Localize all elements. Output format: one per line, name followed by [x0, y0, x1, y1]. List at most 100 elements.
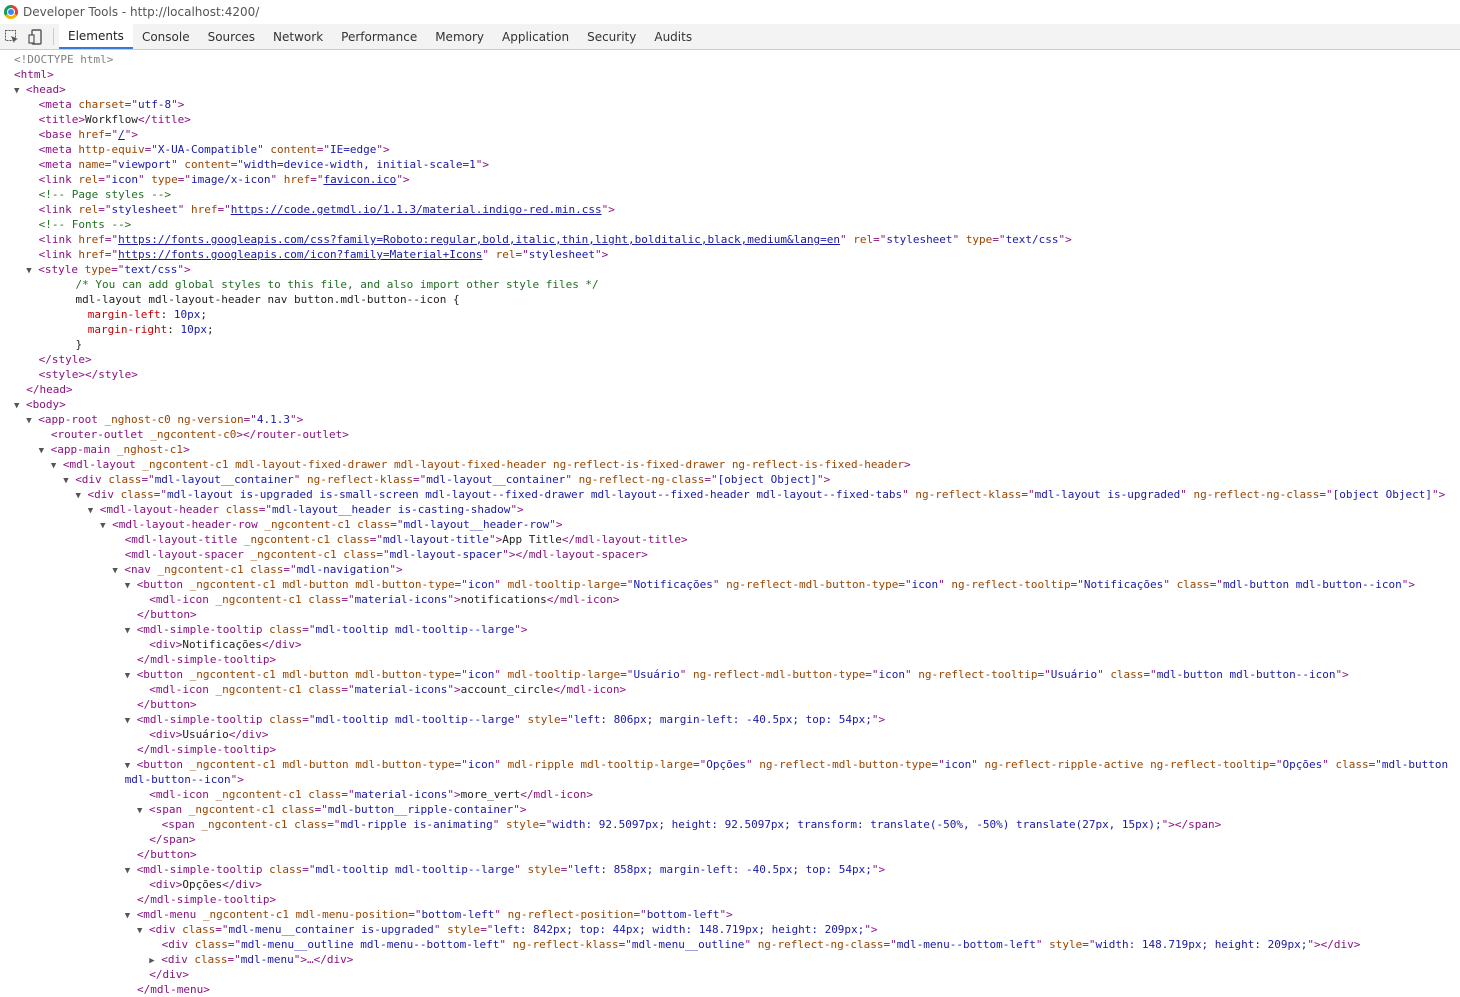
tab-security[interactable]: Security	[578, 24, 645, 49]
dom-node-line[interactable]: <style></style>	[0, 367, 1460, 382]
code-token: mdl-menu__outline	[631, 938, 745, 951]
dom-node-line[interactable]: ▼ <mdl-layout-header class="mdl-layout__h…	[0, 502, 1460, 517]
dom-node-line[interactable]: <base href="/">	[0, 127, 1460, 142]
dom-node-line[interactable]: ▼ <span _ngcontent-c1 class="mdl-button__…	[0, 802, 1460, 817]
dom-node-line[interactable]: <link rel="stylesheet" href="https://cod…	[0, 202, 1460, 217]
device-toolbar-icon[interactable]	[24, 24, 48, 49]
dom-node-line[interactable]: </span>	[0, 832, 1460, 847]
tab-console[interactable]: Console	[133, 24, 199, 49]
code-token[interactable]: https://fonts.googleapis.com/icon?family…	[118, 248, 482, 261]
code-token: ></router-outlet>	[236, 428, 349, 441]
tab-network[interactable]: Network	[264, 24, 332, 49]
dom-node-line[interactable]: </style>	[0, 352, 1460, 367]
dom-node-line[interactable]: ▼ <mdl-simple-tooltip class="mdl-tooltip …	[0, 712, 1460, 727]
code-token: mdl-layout__container	[426, 473, 566, 486]
dom-node-line[interactable]: margin-right: 10px;	[0, 322, 1460, 337]
code-token: </span>	[149, 833, 196, 846]
code-token: account_circle	[460, 683, 554, 696]
dom-node-line[interactable]: mdl-button--icon">	[0, 772, 1460, 787]
code-token: "	[433, 923, 448, 936]
dom-node-line[interactable]: ▼ <button _ngcontent-c1 mdl-button mdl-bu…	[0, 757, 1460, 772]
dom-node-line[interactable]: <link rel="icon" type="image/x-icon" hre…	[0, 172, 1460, 187]
dom-node-line[interactable]: </button>	[0, 607, 1460, 622]
dom-node-line[interactable]: <!-- Fonts -->	[0, 217, 1460, 232]
dom-node-line[interactable]: </mdl-simple-tooltip>	[0, 892, 1460, 907]
tab-audits[interactable]: Audits	[645, 24, 701, 49]
dom-node-line[interactable]: </button>	[0, 697, 1460, 712]
code-token: ="	[376, 548, 390, 561]
dom-node-line[interactable]: <!-- Page styles -->	[0, 187, 1460, 202]
code-token: ">	[510, 503, 524, 516]
dom-node-line[interactable]: <meta http-equiv="X-UA-Compatible" conte…	[0, 142, 1460, 157]
dom-node-line[interactable]: <div class="mdl-menu__outline mdl-menu--…	[0, 937, 1460, 952]
tab-application[interactable]: Application	[493, 24, 578, 49]
tab-elements[interactable]: Elements	[59, 24, 133, 49]
code-token: icon	[467, 578, 495, 591]
dom-node-line[interactable]: </head>	[0, 382, 1460, 397]
code-token: utf-8	[137, 98, 172, 111]
dom-node-line[interactable]: <link href="https://fonts.googleapis.com…	[0, 232, 1460, 247]
dom-node-line[interactable]: ▼ <mdl-simple-tooltip class="mdl-tooltip …	[0, 862, 1460, 877]
dom-node-line[interactable]: ▼ <style type="text/css">	[0, 262, 1460, 277]
code-token: ">	[376, 143, 390, 156]
dom-node-line[interactable]: <meta name="viewport" content="width=dev…	[0, 157, 1460, 172]
inspect-element-icon[interactable]	[0, 24, 24, 49]
dom-node-line[interactable]: }	[0, 337, 1460, 352]
dom-node-line[interactable]: <html>	[0, 67, 1460, 82]
dom-node-line[interactable]: <!DOCTYPE html>	[0, 52, 1460, 67]
dom-node-line[interactable]: <link href="https://fonts.googleapis.com…	[0, 247, 1460, 262]
code-token[interactable]: /	[118, 128, 125, 141]
code-token[interactable]: https://code.getmdl.io/1.1.3/material.in…	[231, 203, 602, 216]
dom-node-line[interactable]: ▼ <button _ngcontent-c1 mdl-button mdl-bu…	[0, 577, 1460, 592]
code-token: ="	[560, 713, 574, 726]
code-token: ">	[719, 908, 733, 921]
dom-node-line[interactable]: ▶ <div class="mdl-menu">…</div>	[0, 952, 1460, 967]
dom-node-line[interactable]: ▼ <app-root _nghost-c0 ng-version="4.1.3"…	[0, 412, 1460, 427]
dom-node-line[interactable]: </button>	[0, 847, 1460, 862]
dom-node-line[interactable]: <mdl-layout-title _ngcontent-c1 class="m…	[0, 532, 1460, 547]
dom-node-line[interactable]: </mdl-menu>	[0, 982, 1460, 997]
dom-node-line[interactable]: ▼ <mdl-layout _ngcontent-c1 mdl-layout-fi…	[0, 457, 1460, 472]
dom-node-line[interactable]: ▼ <app-main _nghost-c1>	[0, 442, 1460, 457]
dom-node-line[interactable]: ▼ <body>	[0, 397, 1460, 412]
dom-node-line[interactable]: ▼ <head>	[0, 82, 1460, 97]
dom-node-line[interactable]: <mdl-icon _ngcontent-c1 class="material-…	[0, 682, 1460, 697]
code-token[interactable]: favicon.ico	[323, 173, 396, 186]
dom-node-line[interactable]: <title>Workflow</title>	[0, 112, 1460, 127]
dom-node-line[interactable]: <mdl-layout-spacer _ngcontent-c1 class="…	[0, 547, 1460, 562]
dom-node-line[interactable]: <mdl-icon _ngcontent-c1 class="material-…	[0, 592, 1460, 607]
dom-node-line[interactable]: <div>Notificações</div>	[0, 637, 1460, 652]
dom-node-line[interactable]: ▼ <div class="mdl-layout__container" ng-r…	[0, 472, 1460, 487]
dom-node-line[interactable]: ▼ <div class="mdl-layout is-upgraded is-s…	[0, 487, 1460, 502]
dom-node-line[interactable]: ▼ <div class="mdl-menu__container is-upgr…	[0, 922, 1460, 937]
dom-node-line[interactable]: </mdl-simple-tooltip>	[0, 652, 1460, 667]
dom-node-line[interactable]: ▼ <mdl-menu _ngcontent-c1 mdl-menu-positi…	[0, 907, 1460, 922]
code-token: </mdl-simple-tooltip>	[137, 653, 277, 666]
code-token[interactable]: https://fonts.googleapis.com/css?family=…	[118, 233, 840, 246]
code-token: mdl-tooltip-large	[507, 668, 621, 681]
dom-node-line[interactable]: /* You can add global styles to this fil…	[0, 277, 1460, 292]
dom-node-line[interactable]: <div>Usuário</div>	[0, 727, 1460, 742]
dom-node-line[interactable]: margin-left: 10px;	[0, 307, 1460, 322]
dom-node-line[interactable]: ▼ <mdl-layout-header-row _ngcontent-c1 cl…	[0, 517, 1460, 532]
dom-node-line[interactable]: <router-outlet _ngcontent-c0></router-ou…	[0, 427, 1460, 442]
dom-node-line[interactable]: mdl-layout mdl-layout-header nav button.…	[0, 292, 1460, 307]
tab-performance[interactable]: Performance	[332, 24, 426, 49]
tab-memory[interactable]: Memory	[426, 24, 493, 49]
code-token: ="	[230, 158, 244, 171]
dom-node-line[interactable]: <meta charset="utf-8">	[0, 97, 1460, 112]
code-token: width=device-width, initial-scale=1	[243, 158, 476, 171]
tab-sources[interactable]: Sources	[199, 24, 264, 49]
dom-node-line[interactable]: </mdl-simple-tooltip>	[0, 742, 1460, 757]
dom-node-line[interactable]: <mdl-icon _ngcontent-c1 class="material-…	[0, 787, 1460, 802]
code-token: ="	[314, 803, 328, 816]
code-token: <button	[136, 668, 190, 681]
dom-node-line[interactable]: <span _ngcontent-c1 class="mdl-ripple is…	[0, 817, 1460, 832]
code-token: mdl-button mdl-button--icon	[1222, 578, 1402, 591]
dom-node-line[interactable]: ▼ <button _ngcontent-c1 mdl-button mdl-bu…	[0, 667, 1460, 682]
dom-node-line[interactable]: </div>	[0, 967, 1460, 982]
dom-node-line[interactable]: ▼ <mdl-simple-tooltip class="mdl-tooltip …	[0, 622, 1460, 637]
dom-node-line[interactable]: <div>Opções</div>	[0, 877, 1460, 892]
code-token: ng-reflect-ripple-active	[984, 758, 1144, 771]
dom-node-line[interactable]: ▼ <nav _ngcontent-c1 class="mdl-navigatio…	[0, 562, 1460, 577]
